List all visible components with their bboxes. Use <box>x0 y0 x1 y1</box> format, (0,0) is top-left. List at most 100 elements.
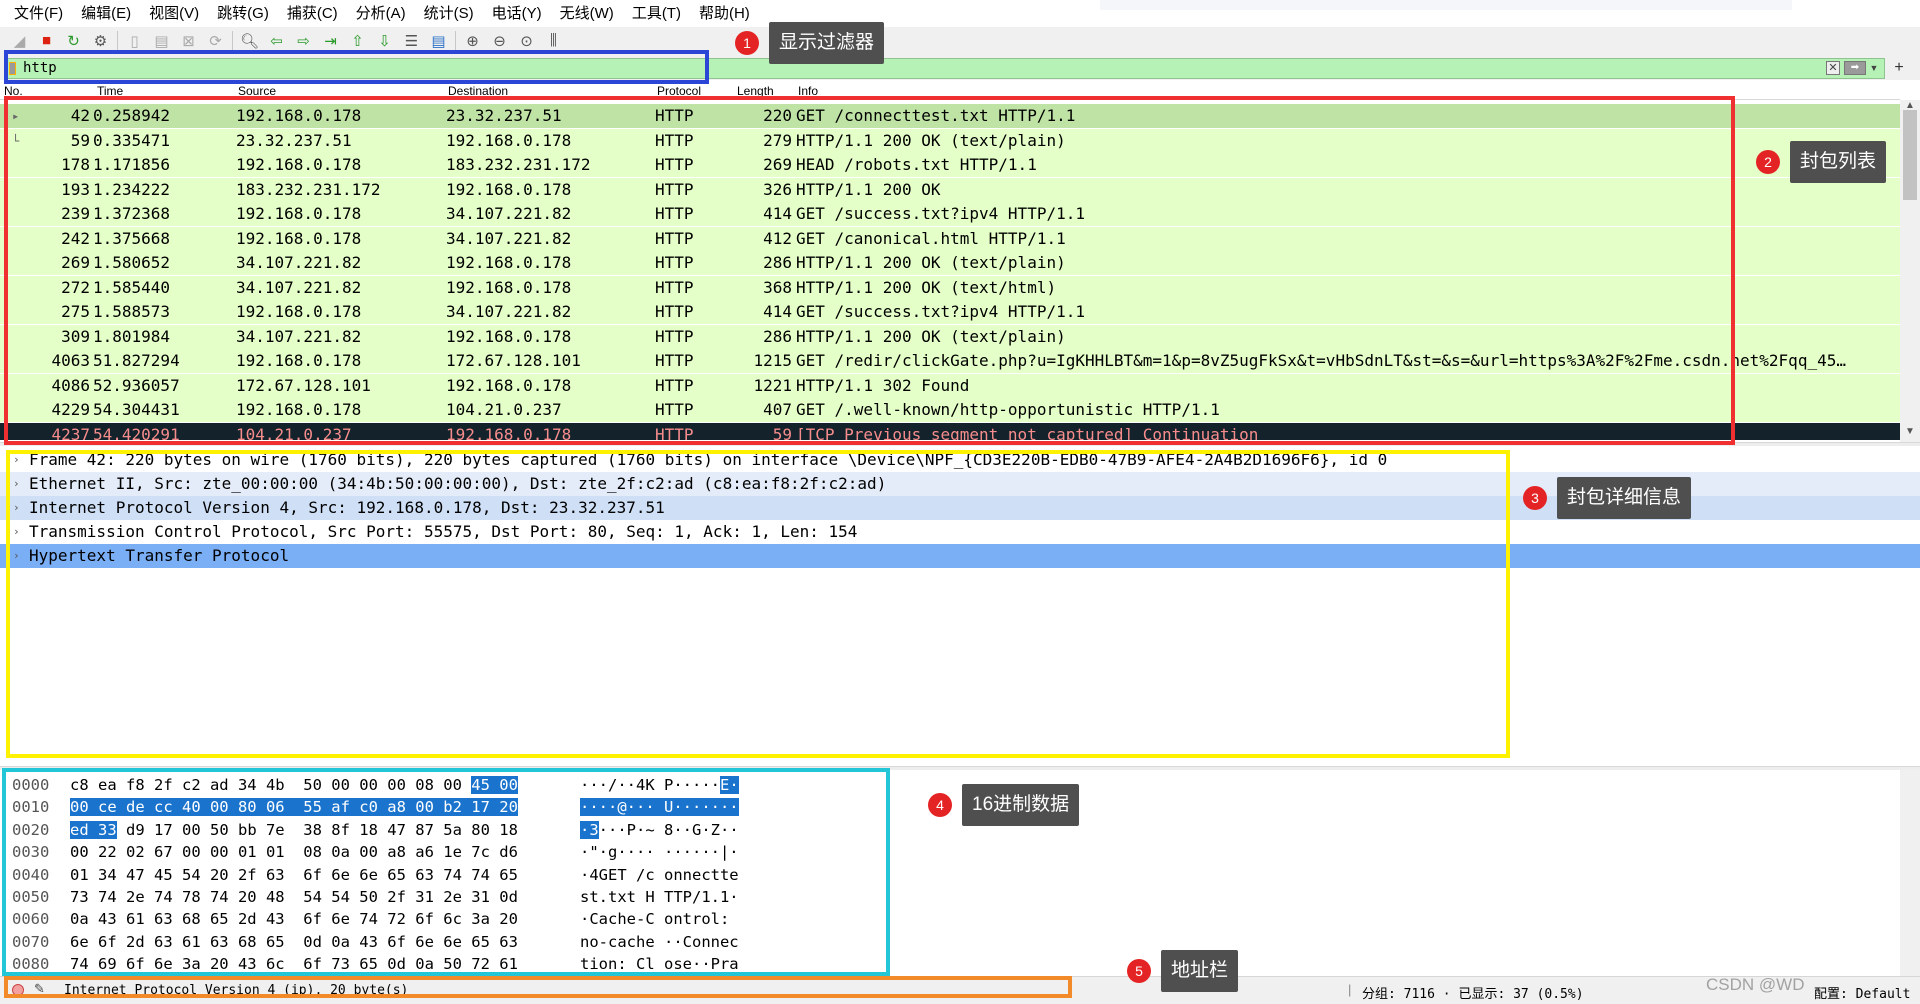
hex-row[interactable]: 0070 6e 6f 2d 63 61 63 68 65 0d 0a 43 6f … <box>0 931 1900 953</box>
go-first-icon[interactable]: ⇧ <box>344 29 371 52</box>
menu-wireless[interactable]: 无线(W) <box>551 0 623 27</box>
go-back-icon[interactable]: ⇦ <box>263 29 290 52</box>
go-forward-icon[interactable]: ⇨ <box>290 29 317 52</box>
menu-tools[interactable]: 工具(T) <box>623 0 690 27</box>
hex-row[interactable]: 0040 01 34 47 45 54 20 2f 63 6f 6e 6e 65 … <box>0 864 1900 886</box>
clear-filter-icon[interactable]: ✕ <box>1826 61 1840 75</box>
detail-row-tcp[interactable]: › Transmission Control Protocol, Src Por… <box>0 520 1920 544</box>
hex-ascii[interactable]: ····@··· U······· <box>580 796 739 818</box>
packet-row[interactable]: 4237 54.420291 104.21.0.237 192.168.0.178 HT… <box>0 422 1900 440</box>
hex-ascii[interactable]: ·3···P·~ 8··G·Z·· <box>580 819 739 841</box>
column-header-time[interactable]: Time <box>97 84 123 98</box>
expand-arrow-icon[interactable]: › <box>13 472 20 496</box>
packet-row[interactable]: 193 1.234222 183.232.231.172 192.168.0.178 H… <box>0 177 1900 202</box>
column-header-source[interactable]: Source <box>238 84 276 98</box>
hex-bytes[interactable]: 74 69 6f 6e 3a 20 43 6c 6f 73 65 0d 0a 5… <box>70 953 518 975</box>
packet-row[interactable]: 178 1.171856 192.168.0.178 183.232.231.172 H… <box>0 153 1900 177</box>
filter-bookmark-icon[interactable] <box>9 62 16 75</box>
hex-ascii[interactable]: st.txt H TTP/1.1· <box>580 886 739 908</box>
packet-row[interactable]: 239 1.372368 192.168.0.178 34.107.221.82 HTT… <box>0 202 1900 226</box>
hex-ascii[interactable]: no-cache ··Connec <box>580 931 739 953</box>
packet-row[interactable]: 4063 51.827294 192.168.0.178 172.67.128.101… <box>0 349 1900 373</box>
hex-bytes[interactable]: 0a 43 61 63 68 65 2d 43 6f 6e 74 72 6f 6… <box>70 908 518 930</box>
detail-row-http[interactable]: › Hypertext Transfer Protocol <box>0 544 1920 568</box>
capture-status-icon[interactable] <box>12 984 24 996</box>
packet-row[interactable]: 59 0.335471 23.32.237.51 192.168.0.178 HTTP 2… <box>0 128 1900 153</box>
display-filter-input[interactable]: http <box>6 58 1885 79</box>
edit-comment-icon[interactable]: ✎ <box>34 981 45 997</box>
stop-capture-icon[interactable]: ■ <box>33 29 60 52</box>
zoom-normal-icon[interactable]: ⊙ <box>513 29 540 52</box>
hex-bytes[interactable]: 6e 6f 2d 63 61 63 68 65 0d 0a 43 6f 6e 6… <box>70 931 518 953</box>
column-header-destination[interactable]: Destination <box>448 84 508 98</box>
packet-row[interactable]: 269 1.580652 34.107.221.82 192.168.0.178 HTT… <box>0 251 1900 275</box>
menu-go[interactable]: 跳转(G) <box>208 0 278 27</box>
packet-row[interactable]: 275 1.588573 192.168.0.178 34.107.221.82 HTT… <box>0 300 1900 324</box>
open-file-icon[interactable]: ▯ <box>121 29 148 52</box>
column-header-length[interactable]: Length <box>737 84 774 98</box>
hex-bytes[interactable]: c8 ea f8 2f c2 ad 34 4b 50 00 00 00 08 0… <box>70 774 518 796</box>
hex-ascii[interactable]: tion: Cl ose··Pra <box>580 953 739 975</box>
hex-bytes[interactable]: 00 22 02 67 00 00 01 01 08 0a 00 a8 a6 1… <box>70 841 518 863</box>
autoscroll-icon[interactable]: ☰ <box>398 29 425 52</box>
scroll-down-icon[interactable]: ▼ <box>1900 426 1920 440</box>
resize-columns-icon[interactable]: ⫼ <box>540 29 567 52</box>
hex-row[interactable]: 0030 00 22 02 67 00 00 01 01 08 0a 00 a8 … <box>0 841 1900 863</box>
restart-capture-icon[interactable]: ↻ <box>60 29 87 52</box>
colorize-icon[interactable]: ▤ <box>425 29 452 52</box>
apply-filter-icon[interactable]: ➡ <box>1844 61 1866 75</box>
scrollbar-thumb[interactable] <box>1903 110 1917 200</box>
hex-row[interactable]: 0060 0a 43 61 63 68 65 2d 43 6f 6e 74 72 … <box>0 908 1900 930</box>
add-filter-button-icon[interactable]: + <box>1891 58 1907 78</box>
packet-row[interactable]: 272 1.585440 34.107.221.82 192.168.0.178 HTT… <box>0 275 1900 300</box>
packet-row[interactable]: 42 0.258942 192.168.0.178 23.32.237.51 HTTP 2… <box>0 104 1900 128</box>
hex-ascii[interactable]: ·4GET /c onnectte <box>580 864 739 886</box>
go-to-packet-icon[interactable]: ⇥ <box>317 29 344 52</box>
display-filter-bar: http ✕ ➡ ▼ + <box>0 56 1920 80</box>
menu-statistics[interactable]: 统计(S) <box>415 0 483 27</box>
shark-fin-start-icon[interactable]: ◢ <box>6 29 33 52</box>
packet-info: HTTP/1.1 200 OK (text/plain) <box>796 130 1066 150</box>
menu-telephony[interactable]: 电话(Y) <box>483 0 551 27</box>
menu-view[interactable]: 视图(V) <box>140 0 208 27</box>
hex-bytes[interactable]: 73 74 2e 74 78 74 20 48 54 54 50 2f 31 2… <box>70 886 518 908</box>
reload-file-icon[interactable]: ⟳ <box>202 29 229 52</box>
expand-arrow-icon[interactable]: › <box>13 520 20 544</box>
zoom-in-icon[interactable]: ⊕ <box>459 29 486 52</box>
ascii-highlighted: E· <box>719 776 739 794</box>
menu-capture[interactable]: 捕获(C) <box>278 0 347 27</box>
detail-row-frame[interactable]: › Frame 42: 220 bytes on wire (1760 bits… <box>0 448 1920 472</box>
hex-row[interactable]: 0050 73 74 2e 74 78 74 20 48 54 54 50 2f … <box>0 886 1900 908</box>
expand-arrow-icon[interactable]: › <box>13 448 20 472</box>
ascii-highlighted: ····@··· U······· <box>580 798 739 817</box>
hex-bytes[interactable]: 01 34 47 45 54 20 2f 63 6f 6e 6e 65 63 7… <box>70 864 518 886</box>
hex-ascii[interactable]: ·Cache-C ontrol: <box>580 908 739 930</box>
hex-ascii[interactable]: ···/··4K P·····E· <box>580 774 739 796</box>
menu-edit[interactable]: 编辑(E) <box>72 0 140 27</box>
packet-row[interactable]: 309 1.801984 34.107.221.82 192.168.0.178 HTT… <box>0 324 1900 349</box>
packet-list-scrollbar[interactable]: ▲ ▼ <box>1900 100 1920 442</box>
capture-options-icon[interactable]: ⚙ <box>87 29 114 52</box>
find-packet-icon[interactable]: 🔍︎ <box>236 29 263 52</box>
hex-scrollbar[interactable] <box>1900 770 1920 976</box>
hex-bytes[interactable]: ed 33 d9 17 00 50 bb 7e 38 8f 18 47 87 5… <box>70 819 518 841</box>
hex-bytes[interactable]: 00 ce de cc 40 00 80 06 55 af c0 a8 00 b… <box>70 796 518 818</box>
column-header-protocol[interactable]: Protocol <box>657 84 701 98</box>
status-profile[interactable]: 配置: Default <box>1814 983 1910 1002</box>
packet-row[interactable]: 4086 52.936057 172.67.128.101 192.168.0.178… <box>0 373 1900 398</box>
zoom-out-icon[interactable]: ⊖ <box>486 29 513 52</box>
save-file-icon[interactable]: ▤ <box>148 29 175 52</box>
go-last-icon[interactable]: ⇩ <box>371 29 398 52</box>
hex-row[interactable]: 0080 74 69 6f 6e 3a 20 43 6c 6f 73 65 0d … <box>0 953 1900 975</box>
close-file-icon[interactable]: ⊠ <box>175 29 202 52</box>
packet-row[interactable]: 242 1.375668 192.168.0.178 34.107.221.82 HTT… <box>0 226 1900 251</box>
expand-arrow-icon[interactable]: › <box>13 544 20 568</box>
expand-arrow-icon[interactable]: › <box>13 496 20 520</box>
packet-row[interactable]: 4229 54.304431 192.168.0.178 104.21.0.237 HT… <box>0 398 1900 422</box>
hex-ascii[interactable]: ·"·g···· ······|· <box>580 841 739 863</box>
menu-file[interactable]: 文件(F) <box>5 0 72 27</box>
menu-analyze[interactable]: 分析(A) <box>347 0 415 27</box>
filter-history-chevron-icon[interactable]: ▼ <box>1868 60 1880 76</box>
column-header-info[interactable]: Info <box>798 84 818 98</box>
column-header-no[interactable]: No. <box>4 84 23 98</box>
